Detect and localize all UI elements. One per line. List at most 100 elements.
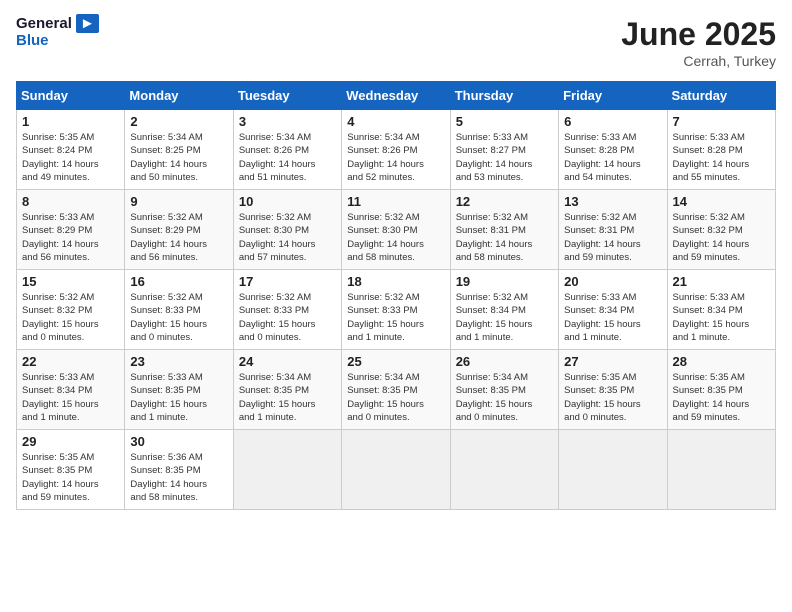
location: Cerrah, Turkey <box>621 53 776 69</box>
day-number: 1 <box>22 114 119 129</box>
table-row: 23 Sunrise: 5:33 AMSunset: 8:35 PMDayligh… <box>125 350 233 430</box>
table-row <box>233 430 341 510</box>
col-friday: Friday <box>559 82 667 110</box>
day-info: Sunrise: 5:36 AMSunset: 8:35 PMDaylight:… <box>130 451 227 504</box>
day-number: 16 <box>130 274 227 289</box>
day-info: Sunrise: 5:32 AMSunset: 8:31 PMDaylight:… <box>456 211 553 264</box>
table-row: 14 Sunrise: 5:32 AMSunset: 8:32 PMDayligh… <box>667 190 775 270</box>
day-number: 21 <box>673 274 770 289</box>
table-row: 15 Sunrise: 5:32 AMSunset: 8:32 PMDayligh… <box>17 270 125 350</box>
day-info: Sunrise: 5:32 AMSunset: 8:30 PMDaylight:… <box>239 211 336 264</box>
table-row: 24Sunrise: 5:34 AMSunset: 8:35 PMDayligh… <box>233 350 341 430</box>
calendar-week-row: 1 Sunrise: 5:35 AMSunset: 8:24 PMDaylight… <box>17 110 776 190</box>
table-row: 9 Sunrise: 5:32 AMSunset: 8:29 PMDaylight… <box>125 190 233 270</box>
day-number: 22 <box>22 354 119 369</box>
table-row: 19Sunrise: 5:32 AMSunset: 8:34 PMDayligh… <box>450 270 558 350</box>
calendar-week-row: 22Sunrise: 5:33 AMSunset: 8:34 PMDayligh… <box>17 350 776 430</box>
day-number: 15 <box>22 274 119 289</box>
calendar-table: Sunday Monday Tuesday Wednesday Thursday… <box>16 81 776 510</box>
day-number: 11 <box>347 194 444 209</box>
day-number: 28 <box>673 354 770 369</box>
day-info: Sunrise: 5:32 AMSunset: 8:31 PMDaylight:… <box>564 211 661 264</box>
calendar-week-row: 15 Sunrise: 5:32 AMSunset: 8:32 PMDayligh… <box>17 270 776 350</box>
day-number: 25 <box>347 354 444 369</box>
day-info: Sunrise: 5:34 AMSunset: 8:25 PMDaylight:… <box>130 131 227 184</box>
day-info: Sunrise: 5:32 AMSunset: 8:30 PMDaylight:… <box>347 211 444 264</box>
day-number: 13 <box>564 194 661 209</box>
day-number: 18 <box>347 274 444 289</box>
table-row <box>342 430 450 510</box>
table-row: 22Sunrise: 5:33 AMSunset: 8:34 PMDayligh… <box>17 350 125 430</box>
day-number: 7 <box>673 114 770 129</box>
col-tuesday: Tuesday <box>233 82 341 110</box>
day-number: 27 <box>564 354 661 369</box>
day-number: 12 <box>456 194 553 209</box>
day-number: 5 <box>456 114 553 129</box>
table-row: 7 Sunrise: 5:33 AMSunset: 8:28 PMDaylight… <box>667 110 775 190</box>
day-number: 17 <box>239 274 336 289</box>
day-info: Sunrise: 5:35 AMSunset: 8:35 PMDaylight:… <box>22 451 119 504</box>
logo: General ► Blue <box>16 16 99 49</box>
day-info: Sunrise: 5:34 AMSunset: 8:26 PMDaylight:… <box>347 131 444 184</box>
table-row: 3 Sunrise: 5:34 AMSunset: 8:26 PMDaylight… <box>233 110 341 190</box>
day-info: Sunrise: 5:35 AMSunset: 8:24 PMDaylight:… <box>22 131 119 184</box>
table-row: 1 Sunrise: 5:35 AMSunset: 8:24 PMDaylight… <box>17 110 125 190</box>
table-row: 27Sunrise: 5:35 AMSunset: 8:35 PMDayligh… <box>559 350 667 430</box>
month-title: June 2025 <box>621 16 776 53</box>
table-row: 29 Sunrise: 5:35 AMSunset: 8:35 PMDayligh… <box>17 430 125 510</box>
table-row: 18 Sunrise: 5:32 AMSunset: 8:33 PMDayligh… <box>342 270 450 350</box>
table-row: 17 Sunrise: 5:32 AMSunset: 8:33 PMDayligh… <box>233 270 341 350</box>
day-number: 24 <box>239 354 336 369</box>
table-row: 5 Sunrise: 5:33 AMSunset: 8:27 PMDaylight… <box>450 110 558 190</box>
table-row: 25 Sunrise: 5:34 AMSunset: 8:35 PMDayligh… <box>342 350 450 430</box>
day-info: Sunrise: 5:32 AMSunset: 8:33 PMDaylight:… <box>347 291 444 344</box>
day-info: Sunrise: 5:33 AMSunset: 8:35 PMDaylight:… <box>130 371 227 424</box>
day-info: Sunrise: 5:32 AMSunset: 8:29 PMDaylight:… <box>130 211 227 264</box>
title-block: June 2025 Cerrah, Turkey <box>621 16 776 69</box>
table-row: 13 Sunrise: 5:32 AMSunset: 8:31 PMDayligh… <box>559 190 667 270</box>
col-thursday: Thursday <box>450 82 558 110</box>
day-number: 14 <box>673 194 770 209</box>
day-number: 10 <box>239 194 336 209</box>
day-info: Sunrise: 5:32 AMSunset: 8:32 PMDaylight:… <box>22 291 119 344</box>
day-info: Sunrise: 5:34 AMSunset: 8:35 PMDaylight:… <box>456 371 553 424</box>
day-info: Sunrise: 5:32 AMSunset: 8:33 PMDaylight:… <box>239 291 336 344</box>
day-info: Sunrise: 5:33 AMSunset: 8:28 PMDaylight:… <box>564 131 661 184</box>
calendar-week-row: 29 Sunrise: 5:35 AMSunset: 8:35 PMDayligh… <box>17 430 776 510</box>
table-row: 16Sunrise: 5:32 AMSunset: 8:33 PMDayligh… <box>125 270 233 350</box>
table-row: 2 Sunrise: 5:34 AMSunset: 8:25 PMDaylight… <box>125 110 233 190</box>
day-info: Sunrise: 5:33 AMSunset: 8:28 PMDaylight:… <box>673 131 770 184</box>
col-wednesday: Wednesday <box>342 82 450 110</box>
day-info: Sunrise: 5:35 AMSunset: 8:35 PMDaylight:… <box>673 371 770 424</box>
table-row: 21 Sunrise: 5:33 AMSunset: 8:34 PMDayligh… <box>667 270 775 350</box>
day-number: 6 <box>564 114 661 129</box>
day-info: Sunrise: 5:33 AMSunset: 8:27 PMDaylight:… <box>456 131 553 184</box>
col-saturday: Saturday <box>667 82 775 110</box>
day-number: 23 <box>130 354 227 369</box>
day-number: 29 <box>22 434 119 449</box>
col-sunday: Sunday <box>17 82 125 110</box>
table-row: 10 Sunrise: 5:32 AMSunset: 8:30 PMDayligh… <box>233 190 341 270</box>
day-info: Sunrise: 5:34 AMSunset: 8:26 PMDaylight:… <box>239 131 336 184</box>
day-number: 19 <box>456 274 553 289</box>
table-row <box>450 430 558 510</box>
day-info: Sunrise: 5:33 AMSunset: 8:34 PMDaylight:… <box>564 291 661 344</box>
day-number: 4 <box>347 114 444 129</box>
col-monday: Monday <box>125 82 233 110</box>
day-number: 26 <box>456 354 553 369</box>
day-number: 30 <box>130 434 227 449</box>
day-info: Sunrise: 5:34 AMSunset: 8:35 PMDaylight:… <box>347 371 444 424</box>
page-header: General ► Blue June 2025 Cerrah, Turkey <box>16 16 776 69</box>
table-row: 12 Sunrise: 5:32 AMSunset: 8:31 PMDayligh… <box>450 190 558 270</box>
day-number: 2 <box>130 114 227 129</box>
day-number: 9 <box>130 194 227 209</box>
table-row: 28 Sunrise: 5:35 AMSunset: 8:35 PMDayligh… <box>667 350 775 430</box>
table-row: 4 Sunrise: 5:34 AMSunset: 8:26 PMDaylight… <box>342 110 450 190</box>
day-info: Sunrise: 5:33 AMSunset: 8:29 PMDaylight:… <box>22 211 119 264</box>
day-number: 3 <box>239 114 336 129</box>
table-row: 26 Sunrise: 5:34 AMSunset: 8:35 PMDayligh… <box>450 350 558 430</box>
day-info: Sunrise: 5:32 AMSunset: 8:32 PMDaylight:… <box>673 211 770 264</box>
table-row <box>559 430 667 510</box>
day-info: Sunrise: 5:33 AMSunset: 8:34 PMDaylight:… <box>673 291 770 344</box>
header-row: Sunday Monday Tuesday Wednesday Thursday… <box>17 82 776 110</box>
